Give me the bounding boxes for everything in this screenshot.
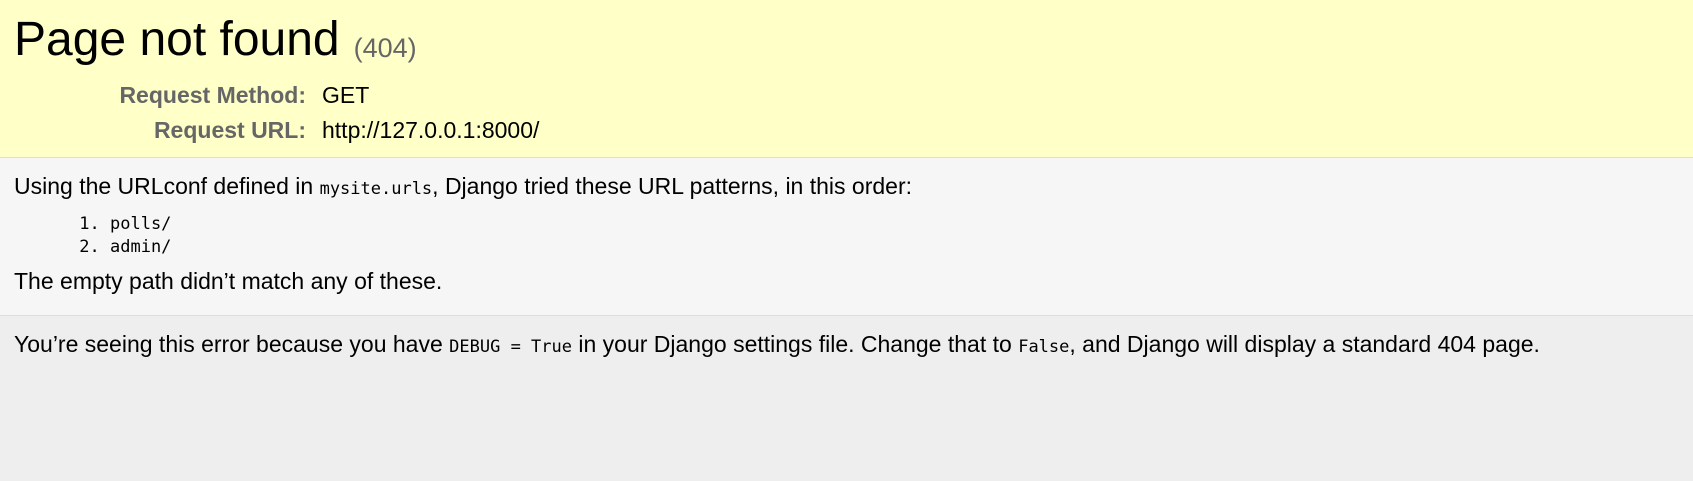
url-pattern-item: admin/ bbox=[110, 236, 1693, 259]
no-match-message: The empty path didn’t match any of these… bbox=[14, 268, 443, 294]
page-title-text: Page not found bbox=[14, 13, 340, 66]
explanation-part-1: You’re seeing this error because you hav… bbox=[14, 331, 450, 357]
urlconf-intro-after: , Django tried these URL patterns, in th… bbox=[432, 173, 913, 199]
urlconf-intro: Using the URLconf defined in mysite.urls… bbox=[14, 172, 1693, 203]
page-title: Page not found (404) bbox=[14, 2, 1693, 64]
url-pattern-item: polls/ bbox=[110, 213, 1693, 236]
request-url-row: Request URL: http://127.0.0.1:8000/ bbox=[14, 113, 539, 148]
debug-explanation: You’re seeing this error because you hav… bbox=[14, 330, 1693, 361]
request-url-label: Request URL: bbox=[153, 117, 306, 143]
request-url-value: http://127.0.0.1:8000/ bbox=[322, 117, 540, 143]
request-method-label: Request Method: bbox=[119, 82, 306, 108]
explanation-part-3: , and Django will display a standard 404… bbox=[1069, 331, 1540, 357]
request-meta-table: Request Method: GET Request URL: http://… bbox=[14, 78, 539, 148]
explanation-part-2: in your Django settings file. Change tha… bbox=[571, 331, 1019, 357]
status-code: (404) bbox=[353, 33, 417, 63]
urlconf-name: mysite.urls bbox=[319, 179, 433, 199]
urlconf-intro-before: Using the URLconf defined in bbox=[14, 173, 320, 199]
info-section: Using the URLconf defined in mysite.urls… bbox=[0, 158, 1693, 316]
false-value: False bbox=[1018, 337, 1070, 357]
request-method-value: GET bbox=[322, 82, 370, 108]
summary-section: Page not found (404) Request Method: GET… bbox=[0, 0, 1693, 158]
explanation-section: You’re seeing this error because you hav… bbox=[0, 316, 1693, 481]
url-pattern-list: polls/ admin/ bbox=[14, 213, 1693, 259]
request-method-row: Request Method: GET bbox=[14, 78, 539, 113]
debug-setting: DEBUG = True bbox=[449, 337, 572, 357]
